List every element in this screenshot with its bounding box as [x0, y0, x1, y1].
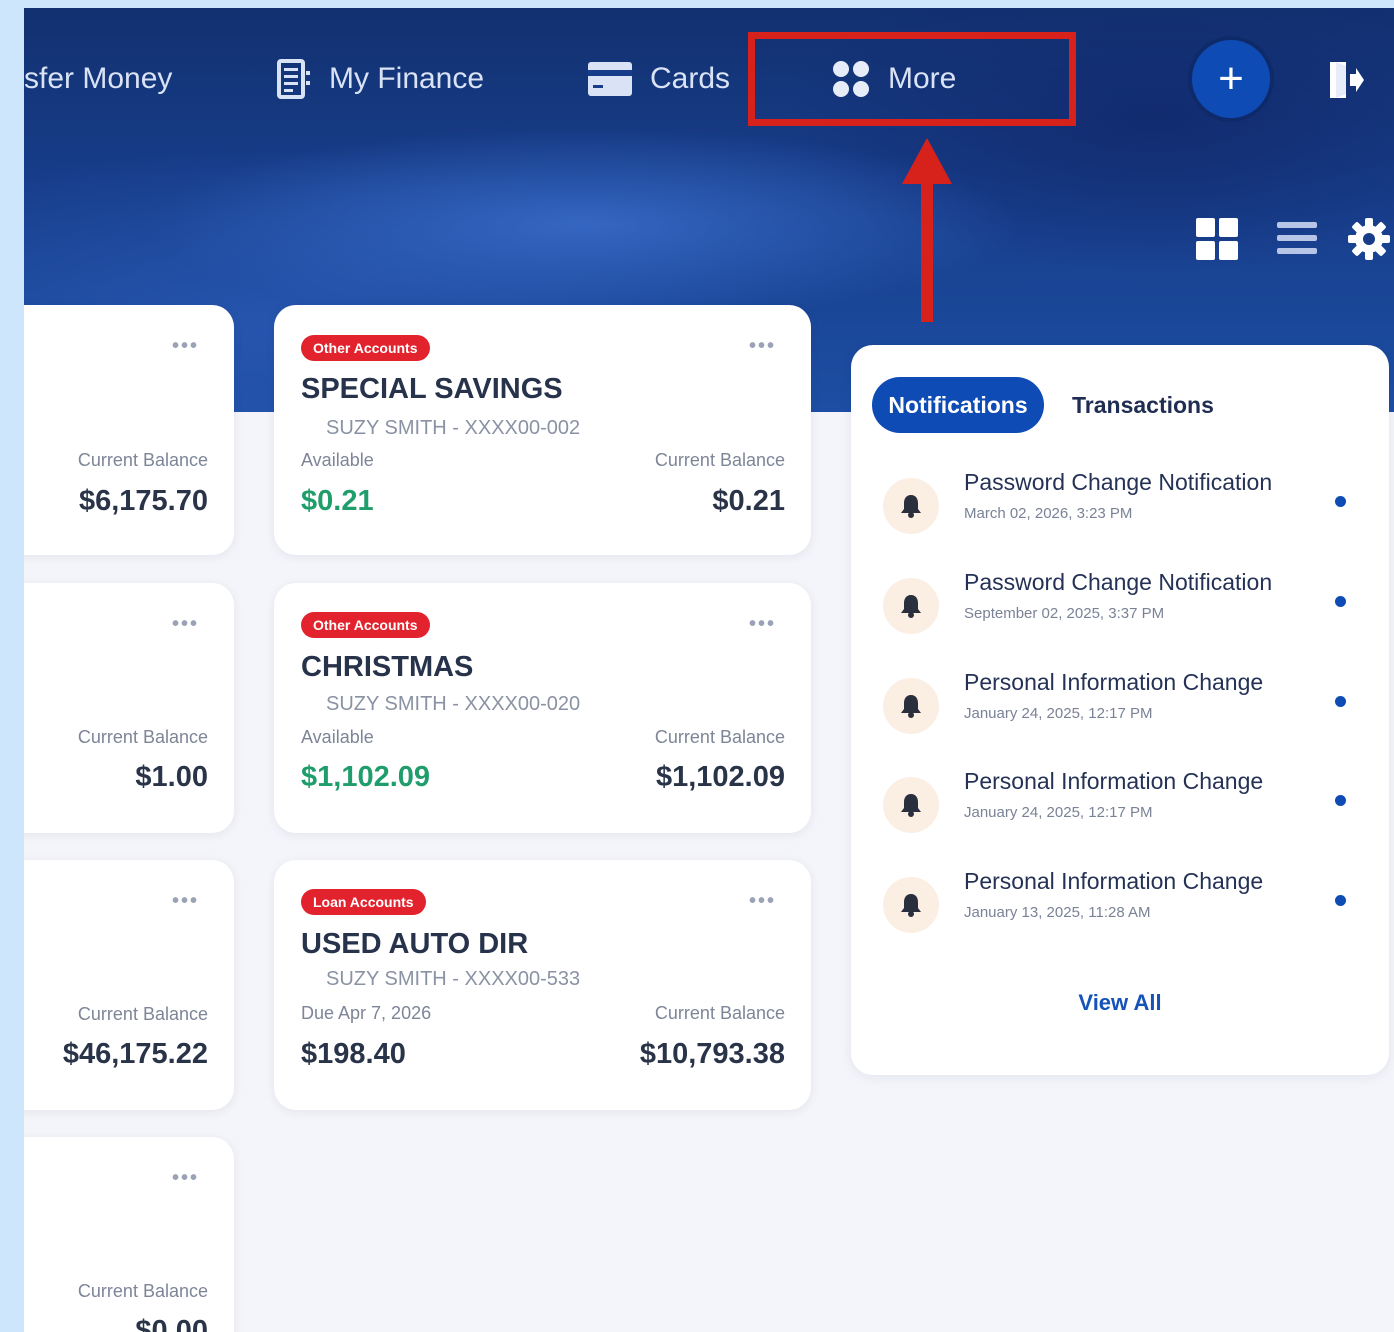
balance-label: Current Balance	[654, 1003, 785, 1023]
balance-value: $1,102.09	[655, 761, 785, 793]
add-button-label: +	[1218, 54, 1244, 103]
logout-icon[interactable]	[1328, 60, 1364, 105]
account-card-used-auto[interactable]: Loan Accounts ••• USED AUTO DIR SUZY SMI…	[274, 860, 811, 1110]
balance-label: Current Balance	[654, 450, 785, 470]
balance-value: $10,793.38	[639, 1038, 785, 1070]
ellipsis-icon[interactable]: •••	[749, 890, 776, 913]
highlight-box	[748, 32, 1076, 126]
notification-title: Personal Information Change	[964, 768, 1264, 794]
tab-transactions[interactable]: Transactions	[1072, 377, 1214, 433]
view-all-link[interactable]: View All	[851, 990, 1389, 1016]
list-view-icon[interactable]	[1277, 218, 1317, 263]
unread-dot	[1335, 795, 1346, 806]
available-label: Available	[301, 727, 374, 747]
notification-item[interactable]: Password Change Notification March 02, 2…	[883, 469, 1363, 539]
notification-date: January 24, 2025, 12:17 PM	[964, 804, 1153, 821]
unread-dot	[1335, 895, 1346, 906]
account-type-badge: Other Accounts	[301, 612, 430, 638]
notification-date: September 02, 2025, 3:37 PM	[964, 605, 1165, 622]
grid-view-icon[interactable]	[1196, 218, 1238, 265]
ellipsis-icon[interactable]: •••	[172, 1167, 199, 1190]
balance-label: Current Balance	[77, 450, 208, 470]
bell-icon	[883, 578, 939, 634]
nav-my-finance-label: My Finance	[329, 62, 485, 95]
balance-label: Current Balance	[654, 727, 785, 747]
unread-dot	[1335, 696, 1346, 707]
notification-title: Personal Information Change	[964, 868, 1264, 894]
balance-value: $0.21	[712, 485, 785, 517]
unread-dot	[1335, 596, 1346, 607]
tab-transactions-label: Transactions	[1072, 392, 1214, 418]
unread-dot	[1335, 496, 1346, 507]
receipt-icon	[277, 59, 311, 99]
account-card[interactable]: ••• Current Balance $6,175.70	[24, 305, 234, 555]
ellipsis-icon[interactable]: •••	[172, 613, 199, 636]
notification-item[interactable]: Personal Information Change January 24, …	[883, 768, 1363, 838]
add-button[interactable]: +	[1192, 40, 1270, 118]
tab-notifications[interactable]: Notifications	[872, 377, 1044, 433]
notification-item[interactable]: Personal Information Change January 24, …	[883, 669, 1363, 739]
credit-card-icon	[588, 62, 632, 96]
dashboard: sfer Money My Finance Cards More + ••• C…	[24, 0, 1394, 1332]
available-value: $0.21	[301, 485, 374, 517]
ellipsis-icon[interactable]: •••	[172, 335, 199, 358]
notification-title: Password Change Notification	[964, 569, 1273, 595]
left-edge-strip	[0, 0, 24, 1332]
bell-icon	[883, 877, 939, 933]
notification-item[interactable]: Personal Information Change January 13, …	[883, 868, 1363, 938]
ellipsis-icon[interactable]: •••	[172, 890, 199, 913]
account-owner: SUZY SMITH - XXXX00-533	[326, 968, 581, 990]
account-type-badge: Loan Accounts	[301, 889, 426, 915]
balance-label: Current Balance	[77, 1004, 208, 1024]
available-value: $1,102.09	[301, 761, 431, 793]
nav-my-finance[interactable]: My Finance	[277, 55, 484, 103]
account-card[interactable]: ••• Current Balance $46,175.22	[24, 860, 234, 1110]
balance-value: $6,175.70	[78, 485, 208, 517]
ellipsis-icon[interactable]: •••	[749, 613, 776, 636]
view-all-label: View All	[1078, 990, 1162, 1015]
account-card-christmas[interactable]: Other Accounts ••• CHRISTMAS SUZY SMITH …	[274, 583, 811, 833]
ellipsis-icon[interactable]: •••	[749, 335, 776, 358]
available-label: Available	[301, 450, 374, 470]
account-card[interactable]: ••• Current Balance $0.00	[24, 1137, 234, 1332]
balance-value: $0.00	[135, 1315, 208, 1332]
notification-item[interactable]: Password Change Notification September 0…	[883, 569, 1363, 639]
notification-date: March 02, 2026, 3:23 PM	[964, 505, 1133, 522]
bell-icon	[883, 678, 939, 734]
account-name: CHRISTMAS	[301, 651, 474, 683]
balance-label: Current Balance	[77, 727, 208, 747]
annotation-arrow-shaft	[921, 176, 933, 322]
bell-icon	[883, 478, 939, 534]
nav-cards[interactable]: Cards	[588, 55, 730, 103]
account-type-badge: Other Accounts	[301, 335, 430, 361]
balance-label: Current Balance	[77, 1281, 208, 1301]
notification-title: Password Change Notification	[964, 469, 1273, 495]
account-name: USED AUTO DIR	[301, 928, 529, 960]
account-card-special-savings[interactable]: Other Accounts ••• SPECIAL SAVINGS SUZY …	[274, 305, 811, 555]
tab-notifications-label: Notifications	[888, 391, 1028, 418]
nav-cards-label: Cards	[650, 62, 731, 95]
gear-icon[interactable]	[1348, 218, 1390, 265]
due-date-label: Due Apr 7, 2026	[301, 1003, 432, 1023]
bell-icon	[883, 777, 939, 833]
nav-transfer-label: sfer Money	[24, 62, 173, 95]
top-edge	[24, 0, 1394, 8]
notification-date: January 24, 2025, 12:17 PM	[964, 705, 1153, 722]
balance-value: $1.00	[135, 761, 208, 793]
nav-transfer-money[interactable]: sfer Money	[24, 55, 172, 103]
account-card[interactable]: ••• Current Balance $1.00	[24, 583, 234, 833]
account-owner: SUZY SMITH - XXXX00-020	[326, 693, 581, 715]
account-owner: SUZY SMITH - XXXX00-002	[326, 417, 581, 439]
balance-value: $46,175.22	[62, 1038, 208, 1070]
payment-due-value: $198.40	[301, 1038, 406, 1070]
notifications-panel: Notifications Transactions Password Chan…	[851, 345, 1389, 1075]
notification-date: January 13, 2025, 11:28 AM	[964, 904, 1151, 921]
notification-title: Personal Information Change	[964, 669, 1264, 695]
account-name: SPECIAL SAVINGS	[301, 373, 563, 405]
